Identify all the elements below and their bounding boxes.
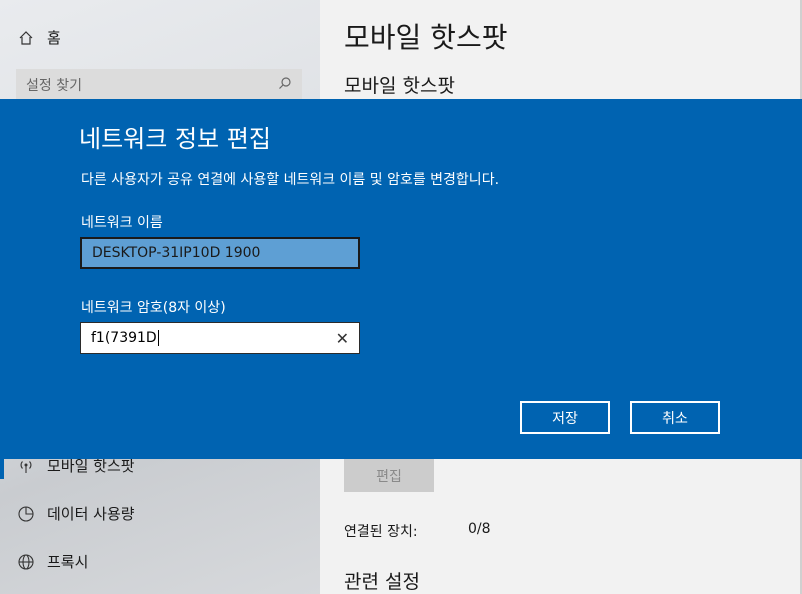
- globe-icon: [16, 552, 36, 572]
- text-caret: [157, 330, 159, 346]
- network-password-value: f1(7391D: [91, 330, 157, 346]
- related-settings-heading: 관련 설정: [344, 571, 420, 593]
- home-icon: [16, 28, 36, 48]
- network-password-input[interactable]: f1(7391D ✕: [80, 322, 360, 354]
- data-usage-icon: [16, 504, 36, 524]
- connected-devices-value: 0/8: [468, 521, 491, 537]
- network-name-label: 네트워크 이름: [81, 215, 163, 231]
- edit-button[interactable]: 편집: [344, 459, 434, 492]
- network-name-input[interactable]: DESKTOP-31IP10D 1900: [80, 237, 360, 269]
- sidebar-item-label: 프록시: [47, 553, 89, 571]
- connected-devices-label: 연결된 장치:: [344, 524, 418, 540]
- page-title: 모바일 핫스팟: [344, 21, 508, 54]
- dialog-title: 네트워크 정보 편집: [79, 125, 271, 153]
- cancel-button[interactable]: 취소: [630, 401, 720, 434]
- nav-home-label: 홈: [47, 29, 61, 47]
- network-name-value: DESKTOP-31IP10D 1900: [92, 245, 261, 261]
- network-password-label: 네트워크 암호(8자 이상): [81, 300, 226, 316]
- settings-search-input[interactable]: 설정 찾기: [16, 69, 302, 101]
- edit-network-dialog: 네트워크 정보 편집 다른 사용자가 공유 연결에 사용할 네트워크 이름 및 …: [0, 99, 802, 459]
- dialog-description: 다른 사용자가 공유 연결에 사용할 네트워크 이름 및 암호를 변경합니다.: [81, 172, 500, 188]
- sidebar-item-label: 데이터 사용량: [47, 505, 135, 523]
- clear-icon[interactable]: ✕: [336, 329, 349, 348]
- save-button[interactable]: 저장: [520, 401, 610, 434]
- nav-home[interactable]: 홈: [16, 27, 61, 48]
- sidebar-item-proxy[interactable]: 프록시: [16, 551, 88, 572]
- search-placeholder: 설정 찾기: [26, 77, 82, 94]
- section-title: 모바일 핫스팟: [344, 75, 455, 97]
- search-icon: [278, 76, 292, 94]
- sidebar-item-data-usage[interactable]: 데이터 사용량: [16, 503, 135, 524]
